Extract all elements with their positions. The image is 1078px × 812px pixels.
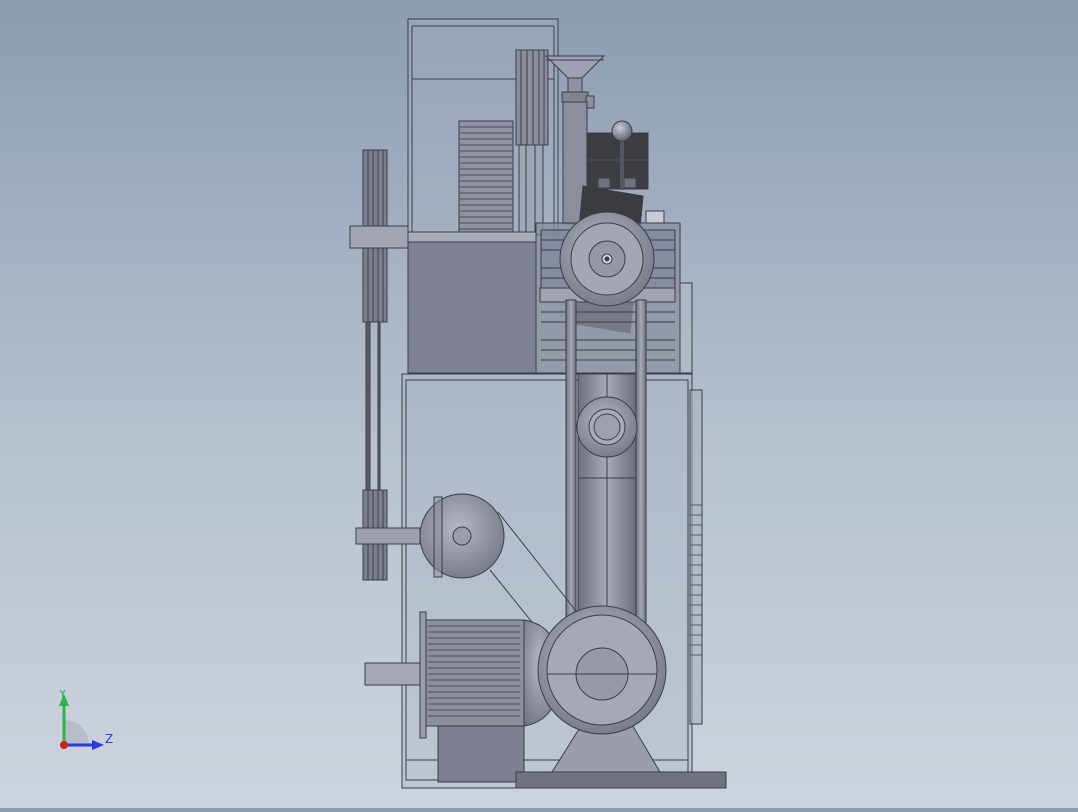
upper-v-pulley xyxy=(349,149,409,323)
gear-stack xyxy=(458,120,514,237)
mid-housing xyxy=(407,235,537,374)
v-belt-left xyxy=(365,321,371,493)
z-axis-label: Z xyxy=(105,732,113,746)
y-axis-label: Y xyxy=(58,690,67,701)
top-pulley xyxy=(515,49,549,236)
idler-pulley xyxy=(419,493,505,579)
orientation-triad[interactable]: Y Z xyxy=(52,690,122,760)
model-drawing[interactable] xyxy=(0,0,1078,808)
shaft-collar xyxy=(395,231,537,243)
machine-base xyxy=(515,771,727,789)
cam-disk xyxy=(559,211,655,307)
origin-dot xyxy=(60,741,68,749)
cad-graphics-viewport[interactable]: Y Z xyxy=(0,0,1078,808)
